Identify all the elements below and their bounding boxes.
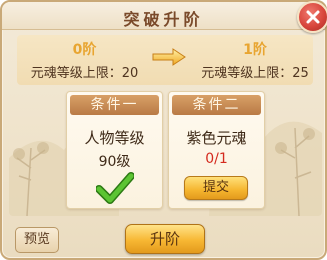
condition-1-header: 条件一 <box>70 95 159 115</box>
current-level-column: 0阶 元魂等级上限：20 <box>22 39 147 81</box>
landscape-backdrop <box>9 121 322 216</box>
current-level: 0阶 <box>72 42 97 58</box>
breakthrough-dialog: 突破升阶 0阶 元魂等级上限：20 1阶 元魂等级上限：25 条件一 人物等级 … <box>0 0 327 260</box>
condition-card-1: 条件一 人物等级 90级 <box>66 91 163 209</box>
next-level: 1阶 <box>243 42 267 58</box>
preview-button[interactable]: 预览 <box>15 227 59 253</box>
condition-card-2: 条件二 紫色元魂 0/1 提交 <box>168 91 265 209</box>
condition-2-header: 条件二 <box>172 95 261 115</box>
checkmark-icon <box>96 172 134 204</box>
current-cap: 元魂等级上限：20 <box>22 62 147 81</box>
next-cap: 元魂等级上限：25 <box>195 62 315 81</box>
condition-1-requirement: 人物等级 <box>84 129 145 147</box>
upgrade-button[interactable]: 升阶 <box>125 224 205 254</box>
condition-2-requirement: 紫色元魂 <box>186 129 247 147</box>
next-cap-value: ：25 <box>279 66 309 81</box>
submit-button[interactable]: 提交 <box>184 176 248 200</box>
title-bar: 突破升阶 <box>2 2 325 30</box>
condition-2-value: 0/1 <box>205 151 228 167</box>
condition-1-value: 90级 <box>98 154 131 170</box>
next-level-column: 1阶 元魂等级上限：25 <box>195 39 315 81</box>
close-icon <box>306 10 320 24</box>
current-cap-value: ：20 <box>108 66 139 81</box>
arrow-right-icon <box>152 48 186 66</box>
next-cap-label: 元魂等级上限 <box>201 66 280 81</box>
upgrade-info-strip: 0阶 元魂等级上限：20 1阶 元魂等级上限：25 <box>17 35 313 85</box>
current-cap-label: 元魂等级上限 <box>30 66 109 81</box>
dialog-title: 突破升阶 <box>123 10 204 29</box>
close-button[interactable] <box>297 1 327 33</box>
